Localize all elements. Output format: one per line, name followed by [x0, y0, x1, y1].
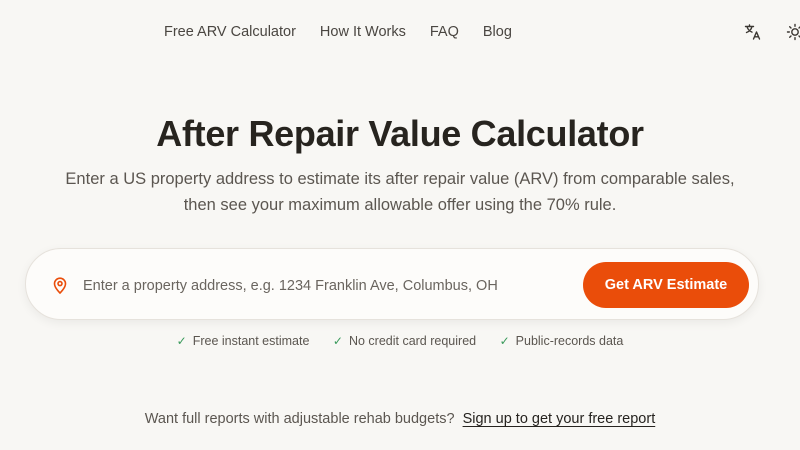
- address-search-bar: Get ARV Estimate: [25, 248, 759, 320]
- feature-item: ✓ Free instant estimate: [176, 334, 310, 348]
- nav-link-blog[interactable]: Blog: [483, 23, 512, 41]
- feature-item: ✓ Public-records data: [499, 334, 624, 348]
- map-pin-icon: [50, 275, 70, 295]
- nav-links: Free ARV Calculator How It Works FAQ Blo…: [164, 23, 536, 41]
- address-input[interactable]: [81, 271, 575, 301]
- signup-promo: Want full reports with adjustable rehab …: [0, 411, 800, 427]
- nav-link-free-arv-calculator[interactable]: Free ARV Calculator: [164, 23, 296, 41]
- sun-icon[interactable]: [785, 22, 800, 42]
- signup-link[interactable]: Sign up to get your free report: [463, 411, 656, 427]
- feature-list: ✓ Free instant estimate ✓ No credit card r…: [0, 334, 800, 348]
- page-subtitle: Enter a US property address to estimate …: [65, 170, 735, 214]
- check-icon: ✓: [176, 334, 187, 348]
- promo-text: Want full reports with adjustable rehab …: [144, 411, 455, 427]
- nav-link-faq[interactable]: FAQ: [430, 23, 459, 41]
- get-arv-estimate-button[interactable]: Get ARV Estimate: [583, 262, 749, 308]
- page-title: After Repair Value Calculator: [156, 113, 644, 154]
- check-icon: ✓: [332, 334, 343, 348]
- feature-item: ✓ No credit card required: [332, 334, 477, 348]
- nav-link-how-it-works[interactable]: How It Works: [320, 23, 406, 41]
- check-icon: ✓: [499, 334, 510, 348]
- top-nav: Free ARV Calculator How It Works FAQ Blo…: [0, 0, 800, 64]
- translate-icon[interactable]: [743, 22, 763, 42]
